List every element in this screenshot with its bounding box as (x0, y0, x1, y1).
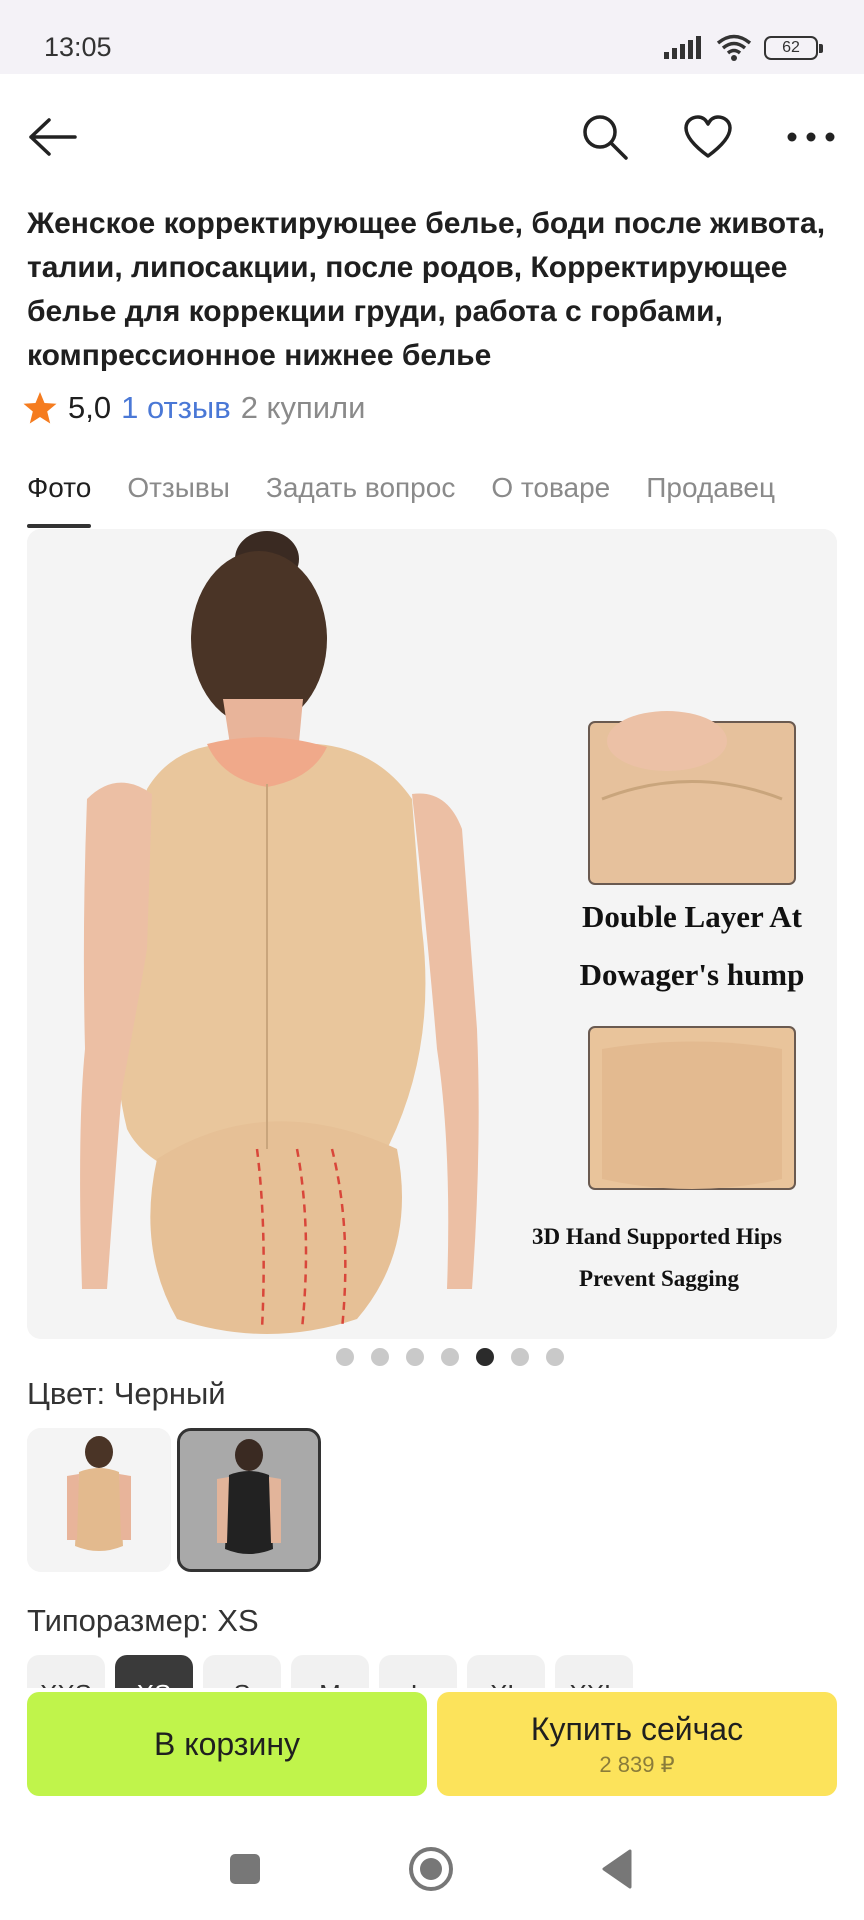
top-navigation (0, 96, 864, 176)
pagination-dot[interactable] (336, 1348, 354, 1366)
status-time: 13:05 (44, 32, 112, 62)
bought-count: 2 купили (240, 390, 366, 425)
product-tabs: Фото Отзывы Задать вопрос О товаре Прода… (27, 466, 864, 528)
search-button[interactable] (574, 106, 636, 168)
tab-photo[interactable]: Фото (27, 466, 92, 528)
caption-2-line-2: Prevent Sagging (579, 1266, 739, 1291)
status-icons: 62 (664, 34, 823, 62)
pagination-dot[interactable] (546, 1348, 564, 1366)
tab-ask-question[interactable]: Задать вопрос (266, 466, 455, 528)
buy-now-button[interactable]: Купить сейчас 2 839 ₽ (437, 1692, 837, 1796)
more-dots-icon (787, 132, 835, 142)
back-nav-button[interactable] (590, 1842, 644, 1896)
battery-indicator: 62 (764, 36, 823, 60)
signal-icon (664, 36, 701, 59)
rating-value: 5,0 (68, 390, 112, 425)
circle-home-icon (409, 1847, 453, 1891)
caption-1-line-1: Double Layer At (582, 899, 803, 934)
status-bar: 13:05 62 (0, 0, 864, 74)
back-button[interactable] (22, 106, 84, 168)
pagination-dot[interactable] (511, 1348, 529, 1366)
product-title: Женское корректирующее белье, боди после… (27, 207, 826, 372)
product-gallery[interactable]: Double Layer At Dowager's hump 3D Hand S… (27, 529, 837, 1339)
tab-about-product[interactable]: О товаре (491, 466, 610, 528)
system-navigation-bar (0, 1812, 864, 1920)
more-button[interactable] (780, 106, 842, 168)
tab-seller[interactable]: Продавец (646, 466, 775, 528)
heart-icon (684, 115, 732, 158)
beige-variant-thumbnail (27, 1428, 171, 1572)
product-photo: Double Layer At Dowager's hump 3D Hand S… (27, 529, 837, 1339)
star-icon (23, 392, 57, 424)
recents-button[interactable] (218, 1842, 272, 1896)
arrow-left-icon (29, 118, 77, 156)
color-swatch-beige[interactable] (27, 1428, 171, 1572)
tab-reviews[interactable]: Отзывы (127, 466, 230, 528)
square-icon (230, 1854, 260, 1884)
add-to-cart-button[interactable]: В корзину (27, 1692, 427, 1796)
search-icon (583, 115, 628, 160)
pagination-dot[interactable] (371, 1348, 389, 1366)
pagination-dot-active[interactable] (476, 1348, 494, 1366)
rating-row: 5,0 1 отзыв 2 купили (22, 390, 365, 426)
buy-now-price: 2 839 ₽ (599, 1751, 675, 1777)
reviews-link[interactable]: 1 отзыв (121, 390, 231, 426)
black-variant-thumbnail (180, 1431, 318, 1569)
gallery-pagination (0, 1348, 864, 1366)
pagination-dot[interactable] (406, 1348, 424, 1366)
favorite-button[interactable] (677, 106, 739, 168)
pagination-dot[interactable] (441, 1348, 459, 1366)
color-swatch-black[interactable] (177, 1428, 321, 1572)
action-bar: В корзину Купить сейчас 2 839 ₽ (0, 1688, 864, 1812)
wifi-icon (716, 34, 752, 61)
color-label: Цвет: Черный (27, 1376, 226, 1411)
buy-now-label: Купить сейчас (530, 1710, 744, 1747)
triangle-back-icon (602, 1849, 632, 1889)
size-label: Типоразмер: XS (27, 1603, 259, 1638)
caption-2-line-1: 3D Hand Supported Hips (532, 1224, 782, 1249)
caption-1-line-2: Dowager's hump (580, 957, 805, 992)
home-button[interactable] (404, 1842, 458, 1896)
